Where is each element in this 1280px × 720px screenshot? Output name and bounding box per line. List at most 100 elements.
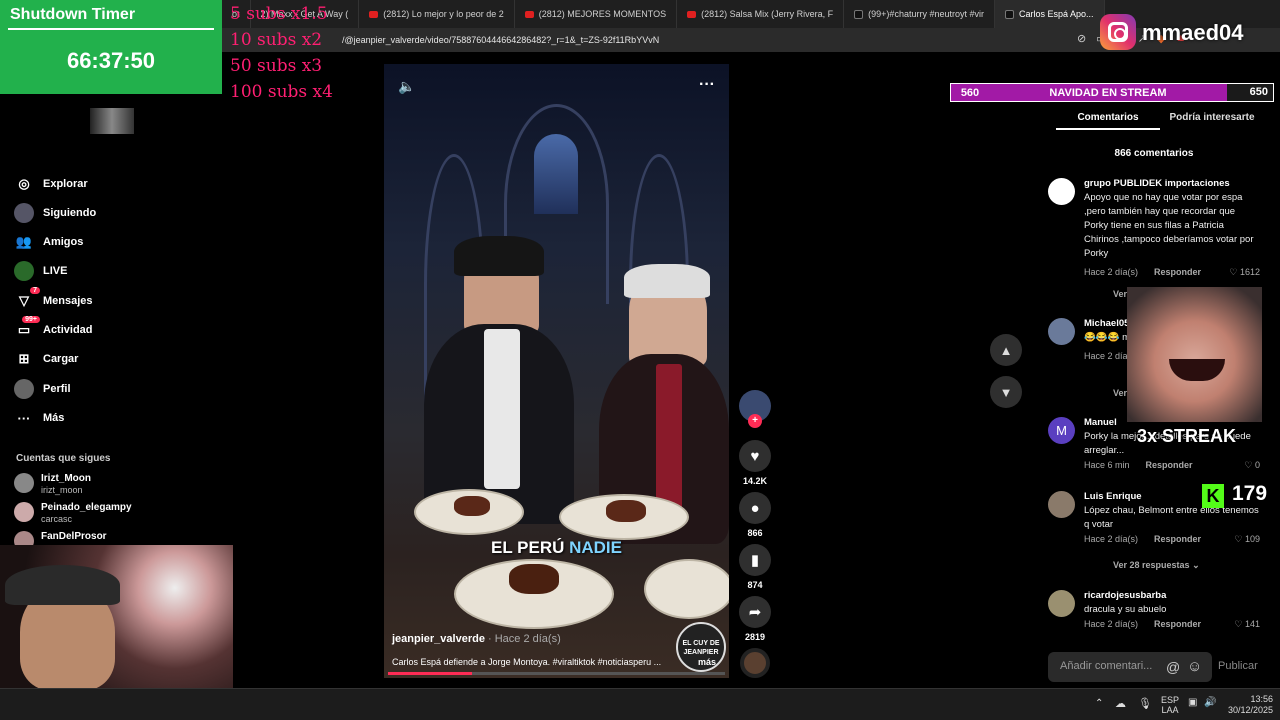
sidebar-item-mensajes[interactable]: ▽ 7 Mensajes (14, 287, 93, 312)
avatar[interactable] (1048, 318, 1075, 345)
tiktok-icon (854, 9, 864, 19)
bookmark-icon[interactable]: ▮ (739, 544, 771, 576)
comment-likes[interactable]: ♡ 1612 (1229, 267, 1260, 278)
publish-button[interactable]: Publicar (1218, 660, 1258, 672)
view-more-replies[interactable]: Ver (1113, 388, 1127, 398)
browser-tab[interactable]: (2812) Salsa Mix (Jerry Rivera, F (677, 0, 845, 28)
reply-button[interactable]: Responder (1146, 460, 1193, 471)
goal-target: 650 (1227, 84, 1273, 101)
next-video-button[interactable]: ▼ (990, 376, 1022, 408)
url-text[interactable]: /@jeanpier_valverde/video/75887604446642… (342, 35, 659, 45)
caption-highlight: NADIE (569, 538, 622, 557)
comment-author[interactable]: ricardojesusbarba (1084, 590, 1260, 601)
subs-multiplier-line: 50 subs x3 (230, 56, 323, 76)
profile-thumbnail[interactable] (90, 108, 134, 134)
tab-podria-interesarte[interactable]: Podría interesarte (1160, 108, 1264, 130)
cloud-icon[interactable]: ☁ (1115, 697, 1126, 710)
volume-icon[interactable]: 🔈 (398, 78, 415, 95)
microphone-icon[interactable]: 🎙 (1138, 697, 1152, 710)
browser-tab[interactable]: (2812) Lo mejor y lo peor de 2 (359, 0, 515, 28)
following-section-title: Cuentas que sigues (16, 453, 111, 464)
browser-tab-active[interactable]: Carlos Espá Apo... (994, 0, 1105, 28)
avatar[interactable] (1048, 590, 1075, 617)
network-icon[interactable]: ▣ (1188, 697, 1197, 708)
subs-multiplier-line: 10 subs x2 (230, 30, 323, 50)
more-link[interactable]: más (698, 657, 716, 667)
follow-plus-icon[interactable]: + (748, 414, 762, 428)
more-options-icon[interactable]: ··· (699, 76, 715, 94)
comment-likes[interactable]: ♡ 0 (1244, 460, 1260, 471)
message-icon: ▽ 7 (14, 287, 40, 311)
video-caption-overlay: EL PERÚ NADIE (384, 538, 729, 558)
author-name[interactable]: jeanpier_valverde (392, 633, 485, 645)
account-handle: irizt_moon (41, 485, 83, 495)
mention-icon[interactable]: @ (1166, 659, 1180, 675)
comment-author[interactable]: grupo PUBLIDEK importaciones (1084, 178, 1260, 189)
tray-chevron-icon[interactable]: ⌃ (1095, 698, 1103, 709)
no-tracking-icon[interactable]: ⊘ (1077, 32, 1086, 48)
subs-multiplier-line: 5 subs x1.5 (230, 4, 328, 24)
comment-time: Hace 2 día(s) (1084, 267, 1139, 277)
video-player[interactable]: EL PERÚ NADIE jeanpier_valverde · Hace 2… (384, 64, 729, 678)
following-account[interactable]: Peinado_elegampy carcasc (14, 502, 132, 524)
comments-tabs: Comentarios Podría interesarte (1056, 108, 1264, 130)
sidebar-item-live[interactable]: LIVE (14, 260, 67, 282)
webcam-cap (5, 565, 120, 605)
avatar[interactable] (1048, 491, 1075, 518)
language-indicator[interactable]: ESP LAA (1161, 695, 1179, 715)
sidebar-item-siguiendo[interactable]: Siguiendo (14, 202, 96, 224)
previous-video-button[interactable]: ▲ (990, 334, 1022, 366)
comment-time: Hace 2 día(s) (1084, 619, 1139, 629)
tab-label: (2812) Salsa Mix (Jerry Rivera, F (701, 9, 834, 19)
reply-button[interactable]: Responder (1154, 534, 1201, 545)
taskbar: ⌃ ☁ 🎙 ESP LAA ▣ 🔊 13:56 30/12/2025 (0, 688, 1280, 720)
heart-icon[interactable]: ♥ (739, 440, 771, 472)
following-account[interactable]: Irizt_Moon irizt_moon (14, 473, 91, 495)
sidebar-item-actividad[interactable]: ▭ 99+ Actividad (14, 316, 93, 341)
view-replies-button[interactable]: Ver 28 respuestas ⌄ (1113, 560, 1200, 571)
speaker-icon[interactable]: 🔊 (1204, 697, 1216, 708)
sidebar-item-label: Cargar (43, 353, 79, 365)
goal-title: NAVIDAD EN STREAM (1049, 86, 1167, 99)
sidebar-item-perfil[interactable]: Perfil (14, 378, 71, 400)
comment-likes[interactable]: ♡ 109 (1234, 534, 1260, 545)
sidebar-item-explorar[interactable]: ◎ Explorar (14, 173, 87, 195)
share-action[interactable]: ➦ 2819 (737, 596, 773, 642)
view-more-replies[interactable]: Ver (1113, 289, 1127, 299)
avatar[interactable] (1048, 178, 1075, 205)
avatar[interactable]: M (1048, 417, 1075, 444)
tab-comentarios[interactable]: Comentarios (1056, 108, 1160, 130)
instagram-glyph (1108, 22, 1128, 42)
comment-time: Hace 2 día(s) (1084, 534, 1139, 544)
stained-glass-window (534, 134, 578, 214)
sidebar-item-cargar[interactable]: ⊞ Cargar (14, 348, 79, 370)
video-progress-bar[interactable] (388, 672, 725, 675)
clock[interactable]: 13:56 30/12/2025 (1228, 694, 1273, 716)
browser-tab[interactable]: (2812) MEJORES MOMENTOS (515, 0, 678, 28)
like-action[interactable]: ♥ 14.2K (737, 440, 773, 486)
sidebar-item-mas[interactable]: ··· Más (14, 407, 65, 429)
reaction-webcam (1127, 287, 1262, 422)
comment-icon[interactable]: ● (739, 492, 771, 524)
activity-badge: 99+ (22, 316, 40, 323)
man-right-hair (624, 264, 710, 298)
save-action[interactable]: ▮ 874 (737, 544, 773, 590)
video-author[interactable]: jeanpier_valverde · Hace 2 día(s) (392, 633, 561, 645)
food (606, 500, 646, 522)
view-replies-label: Ver 28 respuestas (1113, 560, 1190, 570)
reply-button[interactable]: Responder (1154, 267, 1201, 278)
following-avatar-icon (14, 203, 34, 223)
comment-action[interactable]: ● 866 (737, 492, 773, 538)
goal-current: 560 (960, 86, 980, 99)
browser-tab[interactable]: (99+)#chaturry #neutroyt #vir (844, 0, 995, 28)
music-disc-icon[interactable] (740, 648, 770, 678)
share-arrow-icon[interactable]: ➦ (739, 596, 771, 628)
kick-viewer-count: 179 (1232, 482, 1268, 505)
sidebar-item-label: Perfil (43, 383, 71, 395)
timer-title: Shutdown Timer (10, 6, 136, 23)
comment-time: Hace 6 min (1084, 460, 1130, 470)
comment-likes[interactable]: ♡ 141 (1234, 619, 1260, 630)
emoji-icon[interactable]: ☺ (1187, 658, 1202, 675)
reply-button[interactable]: Responder (1154, 619, 1201, 630)
sidebar-item-amigos[interactable]: 👥 Amigos (14, 231, 83, 253)
